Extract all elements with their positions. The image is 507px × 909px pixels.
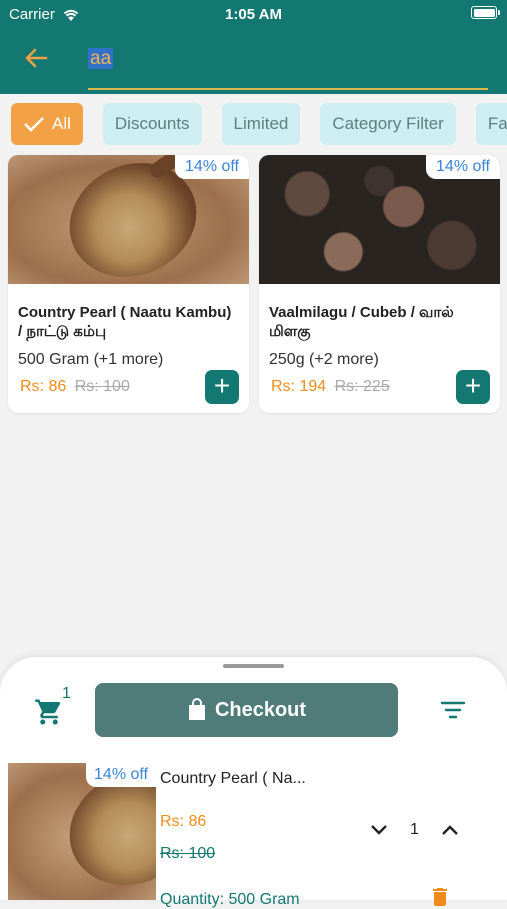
product-name: Vaalmilagu / Cubeb / வால் மிளகு [269,304,454,340]
cart-item: 14% off Country Pearl ( Na... Rs: 86 Rs:… [8,763,499,908]
search-text: aa [88,48,114,70]
product-price: Rs: 86 [20,378,67,395]
chip-discounts[interactable]: Discounts [102,103,202,145]
cart-item-price: Rs: 86 [160,813,207,830]
chip-label: Category Filter [332,114,444,133]
chip-label: Limited [233,114,289,133]
chip-label: Fa [487,114,507,133]
product-quantity: 250g (+2 more) [269,351,379,368]
product-price-row: Rs: 194 Rs: 225 [271,378,390,396]
product-price-row: Rs: 86 Rs: 100 [20,378,130,396]
bag-icon [188,698,205,720]
plus-icon: + [464,370,482,401]
filter-chips: All Discounts Limited Category Filter Fa [11,103,507,145]
product-price: Rs: 194 [271,378,327,395]
chevron-down-icon[interactable] [370,824,388,836]
product-grid: 14% off Country Pearl ( Naatu Kambu) / ந… [8,155,507,413]
product-old-price: Rs: 225 [334,378,390,395]
discount-badge: 14% off [175,155,249,179]
chip-label: Discounts [114,114,190,133]
checkout-label: Checkout [214,698,307,721]
search-value: aa [88,48,114,69]
status-time: 1:05 AM [225,6,282,23]
trash-icon[interactable] [428,885,452,909]
back-arrow-icon[interactable] [22,44,50,72]
chip-label: All [52,114,71,133]
cart-count: 1 [62,685,71,702]
status-bar: Carrier 1:05 AM [0,0,507,30]
battery-icon [471,6,500,19]
chip-all[interactable]: All [11,103,83,145]
product-card[interactable]: 14% off Vaalmilagu / Cubeb / வால் மிளகு … [259,155,500,413]
add-to-cart-button[interactable]: + [456,370,490,404]
product-old-price: Rs: 100 [74,378,130,395]
filter-icon[interactable] [440,699,466,721]
cart-item-old-price: Rs: 100 [160,845,216,862]
product-name: Country Pearl ( Naatu Kambu) / நாட்டு கம… [18,304,232,340]
chip-limited[interactable]: Limited [221,103,301,145]
cart-item-image: 14% off [8,763,156,900]
chip-category-filter[interactable]: Category Filter [320,103,456,145]
cart-item-name: Country Pearl ( Na... [160,770,306,787]
discount-badge: 14% off [86,763,156,787]
chip-fa[interactable]: Fa [475,103,507,145]
plus-icon: + [213,370,231,401]
chevron-up-icon[interactable] [441,824,459,836]
quantity-stepper: 1 [370,821,459,839]
checkout-button[interactable]: Checkout [95,683,398,737]
cart-icon[interactable] [34,697,64,727]
discount-badge: 14% off [426,155,500,179]
app-header: Carrier 1:05 AM aa [0,0,507,94]
cart-item-quantity-label: Quantity: 500 Gram [160,891,300,908]
drag-handle[interactable] [223,664,284,668]
add-to-cart-button[interactable]: + [205,370,239,404]
search-input[interactable]: aa [88,44,488,90]
product-card[interactable]: 14% off Country Pearl ( Naatu Kambu) / ந… [8,155,249,413]
quantity-value: 1 [410,821,419,838]
cart-sheet: 1 Checkout 14% off Country Pearl ( Na...… [0,657,507,908]
check-icon [24,117,44,132]
product-quantity: 500 Gram (+1 more) [18,351,164,368]
